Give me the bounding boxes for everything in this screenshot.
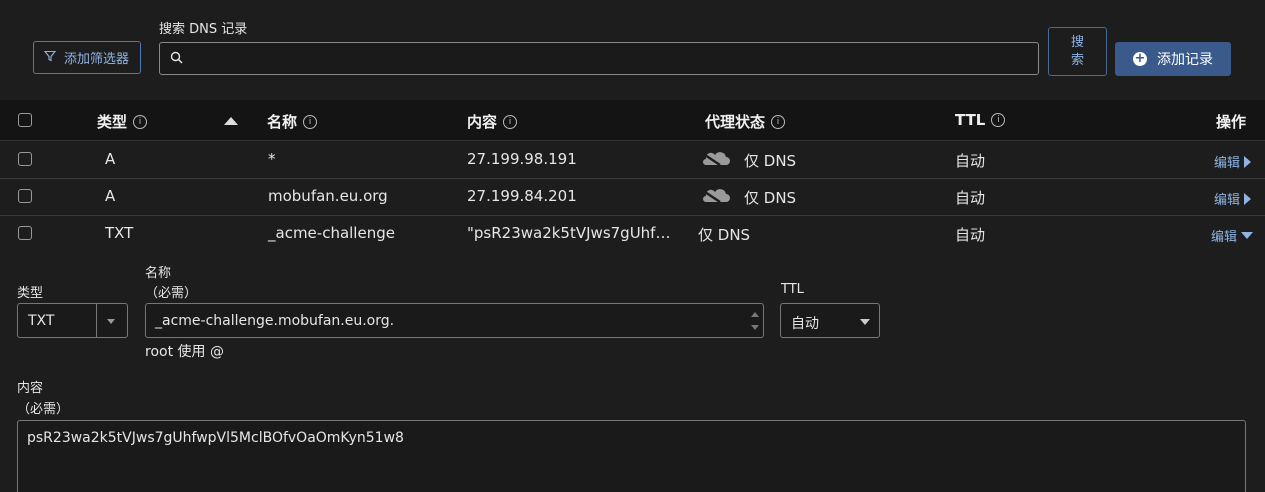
stepper-up-icon[interactable] [751, 312, 759, 317]
ttl-select[interactable]: 自动 [780, 303, 880, 338]
record-type: A [105, 187, 116, 205]
search-icon [170, 50, 183, 68]
header-name[interactable]: 名称 i [267, 111, 318, 132]
cloud-icon [700, 147, 730, 173]
record-ttl: 自动 [955, 189, 986, 207]
add-filter-label: 添加筛选器 [64, 52, 130, 67]
content-required: （必需） [17, 402, 70, 417]
ttl-select-value: 自动 [791, 316, 819, 332]
toolbar: 添加筛选器 搜索 DNS 记录 搜索 + 添加记录 [0, 0, 1265, 100]
select-all-checkbox[interactable] [18, 113, 32, 127]
add-record-button[interactable]: + 添加记录 [1115, 42, 1231, 76]
record-content: 27.199.98.191 [467, 150, 577, 168]
edit-button[interactable]: 编辑 [1211, 226, 1253, 245]
edit-button[interactable]: 编辑 [1214, 189, 1251, 208]
table-row[interactable]: TXT _acme-challenge "psR23wa2k5tVJws7gUh… [0, 215, 1265, 252]
chevron-down-icon [1241, 232, 1253, 239]
search-input[interactable] [189, 49, 1038, 68]
header-ttl-label: TTL [955, 111, 986, 129]
sort-up-icon[interactable] [224, 117, 238, 125]
record-type: TXT [105, 224, 134, 242]
proxy-status: 仅 DNS [700, 184, 796, 210]
edit-label: 编辑 [1210, 230, 1237, 245]
filter-icon [43, 50, 57, 66]
header-proxy[interactable]: 代理状态 i [705, 111, 786, 132]
chevron-right-icon [1244, 192, 1251, 205]
edit-label: 编辑 [1213, 156, 1240, 171]
content-label: 内容 [17, 381, 44, 396]
add-record-label: 添加记录 [1157, 52, 1213, 68]
header-content[interactable]: 内容 i [467, 111, 518, 132]
record-name: * [268, 150, 276, 168]
ttl-label: TTL [781, 282, 804, 297]
proxy-status-label: 仅 DNS [744, 151, 797, 170]
proxy-status-label: 仅 DNS [744, 188, 797, 207]
row-checkbox[interactable] [18, 189, 32, 203]
table-row[interactable]: A mobufan.eu.org 27.199.84.201 仅 DNS 自动 … [0, 178, 1265, 216]
edit-button[interactable]: 编辑 [1214, 152, 1251, 171]
row-checkbox[interactable] [18, 226, 32, 240]
proxy-status-label: 仅 DNS [698, 226, 751, 244]
record-ttl: 自动 [955, 226, 986, 244]
chevron-right-icon [1244, 155, 1251, 168]
search-button[interactable]: 搜索 [1048, 27, 1107, 76]
header-ttl[interactable]: TTL i [955, 111, 1006, 129]
content-textarea-value: psR23wa2k5tVJws7gUhfwpVl5MclBOfvOaOmKyn5… [27, 430, 404, 446]
header-content-label: 内容 [467, 113, 498, 131]
type-select-value: TXT [28, 313, 55, 329]
select-divider [96, 304, 97, 337]
plus-circle-icon: + [1133, 51, 1147, 66]
chevron-down-icon [107, 319, 115, 324]
record-content: "psR23wa2k5tVJws7gUhf… [467, 224, 671, 242]
name-required: （必需） [145, 286, 198, 301]
stepper-down-icon[interactable] [751, 325, 759, 330]
header-name-label: 名称 [267, 113, 298, 131]
name-label: 名称 [145, 266, 172, 281]
name-hint: root 使用 @ [145, 344, 224, 360]
type-label: 类型 [17, 286, 44, 301]
proxy-status: 仅 DNS [700, 147, 796, 173]
info-icon[interactable]: i [503, 114, 518, 129]
record-name: _acme-challenge [268, 224, 395, 242]
info-icon[interactable]: i [303, 114, 318, 129]
add-filter-button[interactable]: 添加筛选器 [33, 41, 141, 74]
search-label: 搜索 DNS 记录 [159, 22, 248, 37]
name-input-value: _acme-challenge.mobufan.eu.org. [155, 313, 395, 329]
header-actions: 操作 [1216, 111, 1246, 132]
header-type-label: 类型 [97, 113, 128, 131]
search-field[interactable] [159, 42, 1039, 75]
table-row[interactable]: A * 27.199.98.191 仅 DNS 自动 编辑 [0, 141, 1265, 179]
record-name: mobufan.eu.org [268, 187, 388, 205]
name-input[interactable]: _acme-challenge.mobufan.eu.org. [145, 303, 764, 338]
row-checkbox[interactable] [18, 152, 32, 166]
header-proxy-label: 代理状态 [705, 113, 766, 131]
info-icon[interactable]: i [771, 114, 786, 129]
header-actions-label: 操作 [1215, 113, 1246, 131]
cloud-icon [700, 184, 730, 210]
record-ttl: 自动 [955, 152, 986, 170]
header-type[interactable]: 类型 i [97, 111, 148, 132]
table-header: 类型 i 名称 i 内容 i 代理状态 i TTL i 操作 [0, 100, 1265, 141]
chevron-down-icon [860, 319, 870, 325]
record-content: 27.199.84.201 [467, 187, 577, 205]
record-type: A [105, 150, 116, 168]
info-icon[interactable]: i [991, 113, 1006, 127]
content-textarea[interactable]: psR23wa2k5tVJws7gUhfwpVl5MclBOfvOaOmKyn5… [17, 420, 1246, 492]
type-select[interactable]: TXT [17, 303, 128, 338]
info-icon[interactable]: i [133, 114, 148, 129]
edit-label: 编辑 [1213, 193, 1240, 208]
